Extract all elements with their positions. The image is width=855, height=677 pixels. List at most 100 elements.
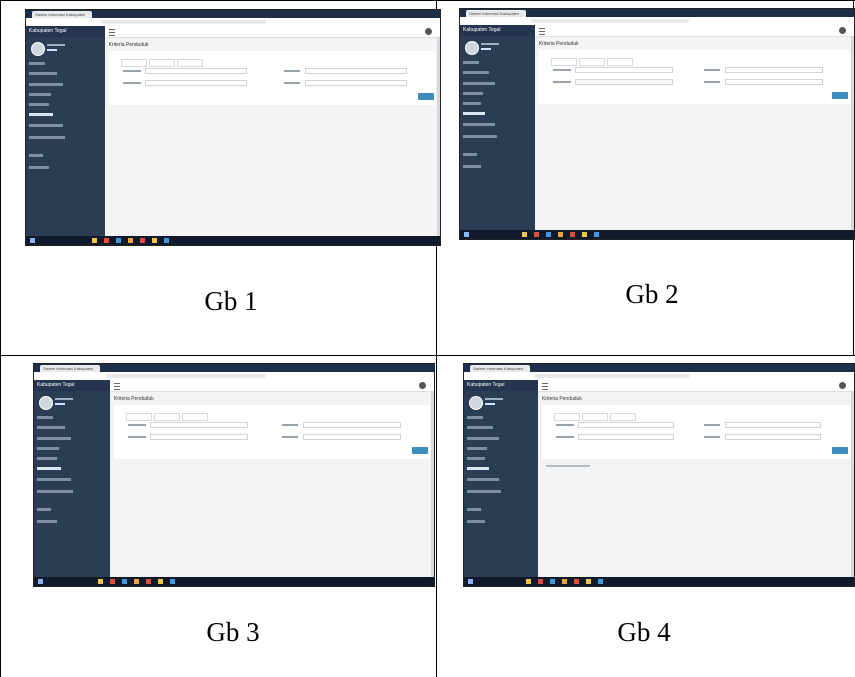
taskbar-app-icon xyxy=(146,579,151,584)
taskbar-app-icon xyxy=(598,579,603,584)
main-content: Kriteria Penduduk xyxy=(110,391,434,577)
tab-title: Sistem Informasi Kabupaten xyxy=(473,366,524,371)
sidebar: Kabupaten Tegal xyxy=(34,380,110,577)
sidebar-item xyxy=(29,103,49,106)
sidebar-item xyxy=(37,416,53,419)
taskbar-app-icon xyxy=(116,238,121,243)
figure-table: Sistem Informasi Kabupaten Kabupaten Teg… xyxy=(0,0,855,677)
form-tab xyxy=(582,413,609,421)
input-field xyxy=(150,422,248,428)
form-tabs xyxy=(120,54,205,67)
sidebar-item xyxy=(29,154,43,157)
avatar xyxy=(39,396,53,410)
form-tab xyxy=(120,59,147,67)
save-button xyxy=(832,447,848,454)
taskbar xyxy=(26,236,440,245)
sidebar-item xyxy=(463,71,489,74)
caption-gb4: Gb 4 xyxy=(617,617,671,647)
field-label xyxy=(283,82,300,84)
menu-icon xyxy=(108,29,115,36)
taskbar-app-icon xyxy=(164,238,169,243)
sidebar-item xyxy=(37,437,71,440)
user-avatar-icon xyxy=(425,28,432,35)
user-name xyxy=(47,44,65,46)
sidebar-item xyxy=(463,82,495,85)
taskbar-app-icon xyxy=(152,238,157,243)
taskbar-app-icon xyxy=(122,579,127,584)
input-field xyxy=(725,422,822,428)
user-status xyxy=(481,48,491,50)
avatar xyxy=(469,396,483,410)
brand-title: Kabupaten Tegal xyxy=(26,26,105,37)
taskbar-app-icon xyxy=(594,232,599,237)
sidebar-item xyxy=(37,490,73,493)
field-label xyxy=(703,69,720,71)
url-field xyxy=(534,374,691,378)
scrollbar xyxy=(431,391,434,577)
screenshot-gb3: Sistem Informasi Kabupaten Kabupaten Teg… xyxy=(33,363,435,587)
save-button xyxy=(832,92,848,99)
url-field xyxy=(106,374,266,378)
form-panel xyxy=(542,405,850,459)
url-field xyxy=(530,19,689,23)
input-field xyxy=(304,80,407,86)
sidebar-item xyxy=(37,508,51,511)
taskbar-app-icon xyxy=(582,232,587,237)
user-name xyxy=(485,398,503,400)
form-tab xyxy=(554,413,581,421)
input-field xyxy=(578,422,675,428)
form-tabs xyxy=(550,53,635,66)
user-avatar-icon xyxy=(839,382,846,389)
form-panel xyxy=(114,405,430,459)
sidebar: Kabupaten Tegal xyxy=(460,25,535,230)
taskbar xyxy=(34,577,434,586)
start-icon xyxy=(38,579,43,584)
sidebar-item xyxy=(467,426,493,429)
taskbar-app-icon xyxy=(140,238,145,243)
taskbar-app-icon xyxy=(546,232,551,237)
taskbar-app-icon xyxy=(558,232,563,237)
sidebar-item xyxy=(37,478,71,481)
taskbar-app-icon xyxy=(158,579,163,584)
sidebar-item xyxy=(29,62,45,65)
sidebar-item xyxy=(29,83,63,86)
sidebar-item xyxy=(467,478,499,481)
sidebar-item xyxy=(463,123,495,126)
brand-title: Kabupaten Tegal xyxy=(34,380,110,391)
sidebar-item-active xyxy=(463,112,485,115)
user-name xyxy=(55,398,73,400)
page-title: Kriteria Penduduk xyxy=(542,396,582,402)
main-content: Kriteria Penduduk xyxy=(538,391,854,577)
input-field-filled xyxy=(574,79,673,85)
taskbar-app-icon xyxy=(522,232,527,237)
table-cell-gb3: Sistem Informasi Kabupaten Kabupaten Teg… xyxy=(1,356,436,677)
form-tab xyxy=(606,58,633,66)
table-cell-gb2: Sistem Informasi Kabupaten Kabupaten Teg… xyxy=(437,1,855,355)
browser-tab: Sistem Informasi Kabupaten xyxy=(40,365,100,372)
avatar xyxy=(465,41,479,55)
form-tabs xyxy=(554,408,638,421)
input-field xyxy=(578,434,675,440)
input-field xyxy=(725,434,822,440)
input-field xyxy=(724,67,823,73)
sidebar-item-active xyxy=(37,467,61,470)
input-field xyxy=(303,422,401,428)
field-label xyxy=(282,424,298,426)
field-label xyxy=(282,436,298,438)
page-title: Kriteria Penduduk xyxy=(114,396,154,402)
user-status xyxy=(485,403,495,405)
taskbar-app-icon xyxy=(110,579,115,584)
form-tab xyxy=(578,58,605,66)
field-label xyxy=(122,82,141,84)
field-label xyxy=(556,424,575,426)
sidebar-item-active xyxy=(467,467,489,470)
tab-title: Sistem Informasi Kabupaten xyxy=(469,11,520,16)
form-tab xyxy=(154,413,180,421)
page-title: Kriteria Penduduk xyxy=(108,42,149,48)
main-content: Kriteria Penduduk xyxy=(105,37,440,236)
sidebar-item xyxy=(29,93,51,96)
taskbar-app-icon xyxy=(534,232,539,237)
browser-tab-bar: Sistem Informasi Kabupaten xyxy=(34,364,434,372)
sidebar-item xyxy=(463,165,481,168)
start-icon xyxy=(468,579,473,584)
